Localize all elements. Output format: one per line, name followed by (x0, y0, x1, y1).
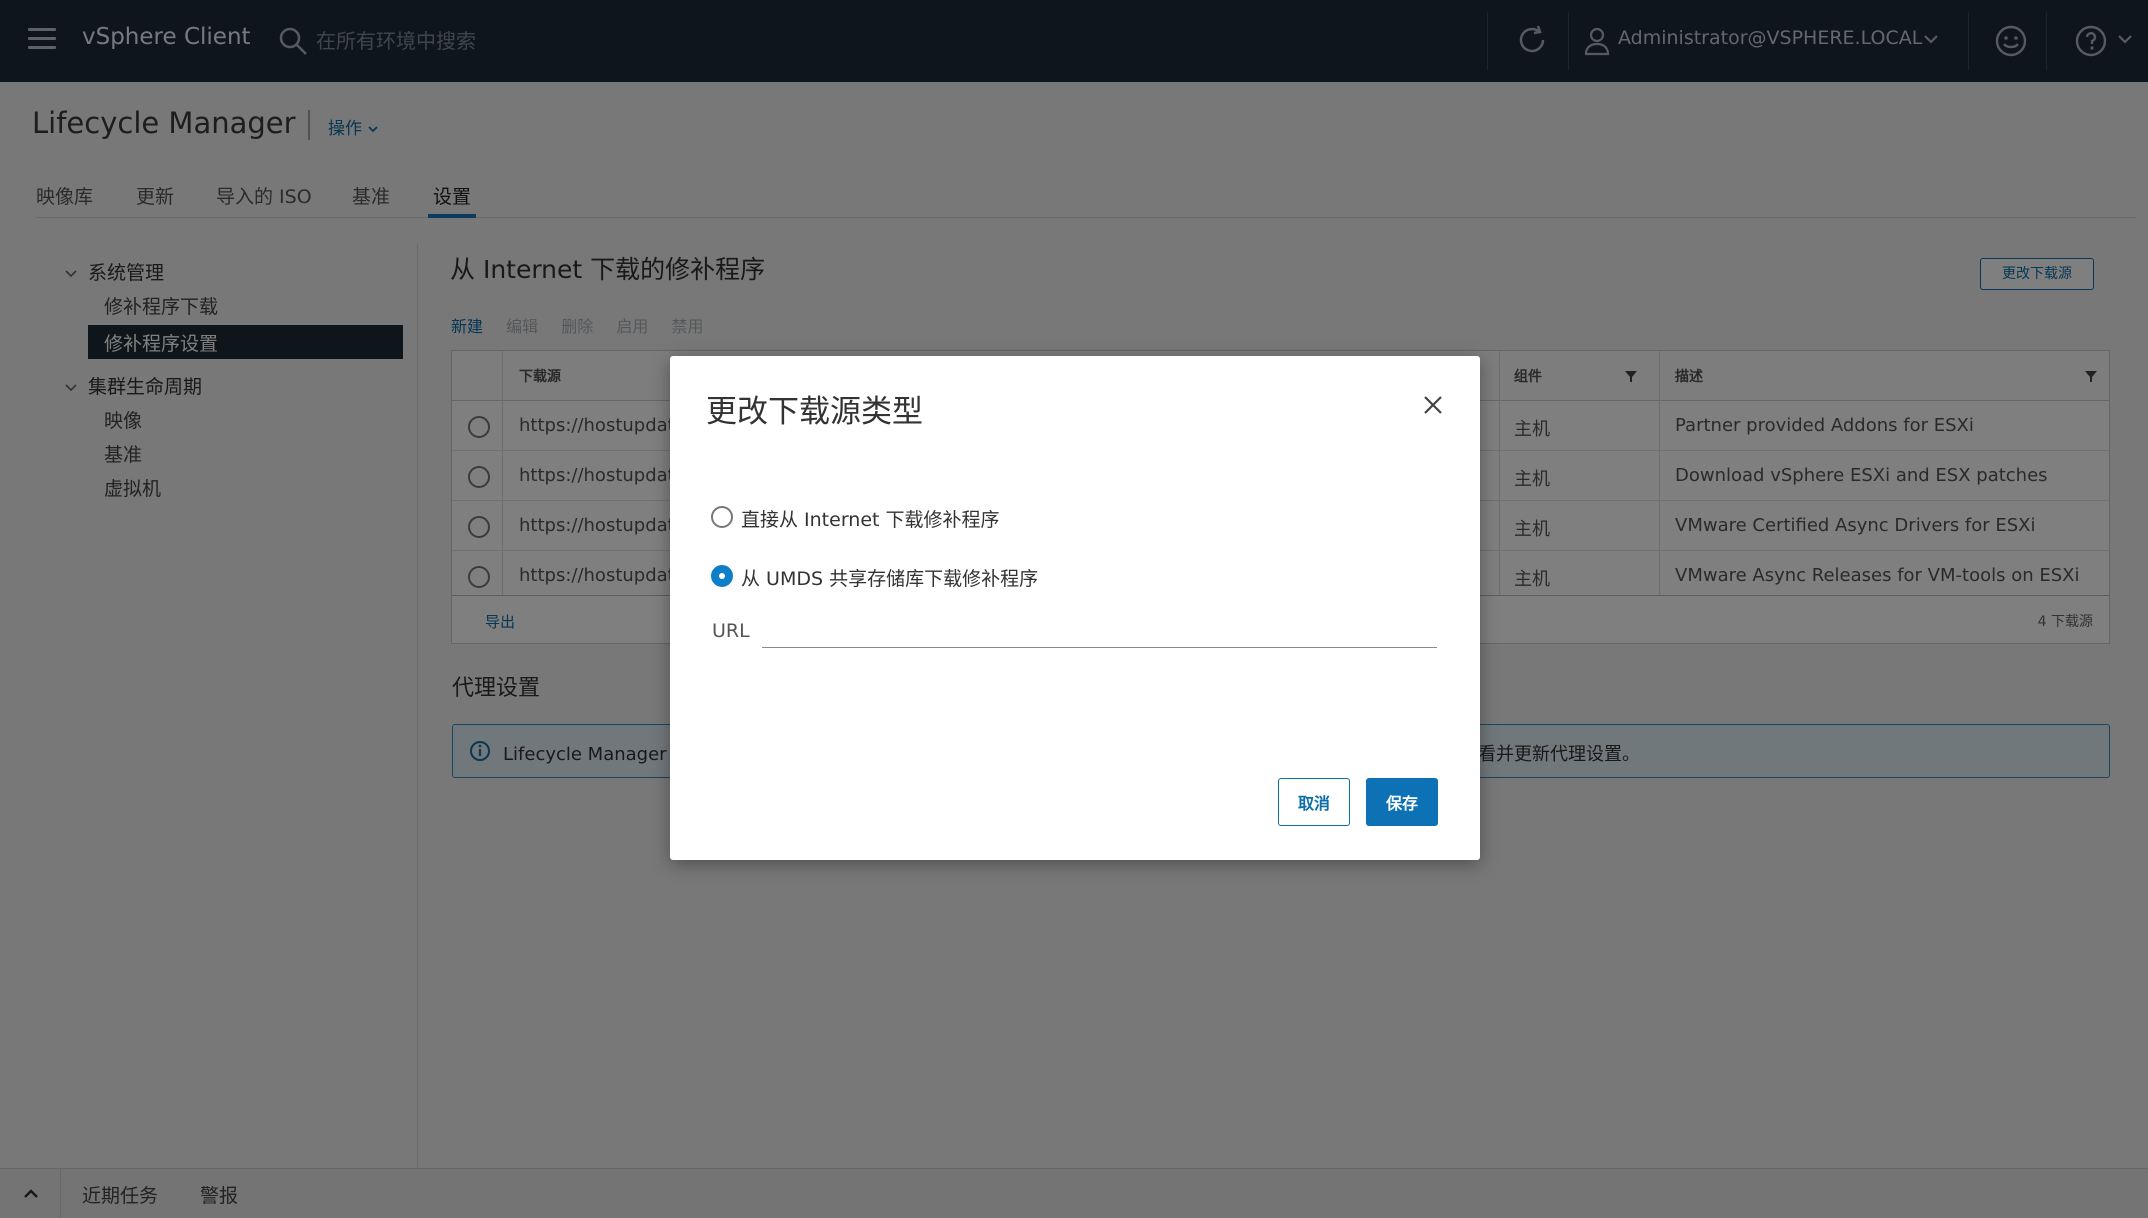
radio-internet[interactable] (711, 506, 733, 528)
dialog-title: 更改下载源类型 (706, 394, 923, 430)
radio-label: 从 UMDS 共享存储库下载修补程序 (741, 568, 1039, 590)
save-button[interactable]: 保存 (1366, 778, 1438, 826)
radio-label: 直接从 Internet 下载修补程序 (741, 509, 1000, 531)
url-label: URL (712, 620, 750, 642)
url-input[interactable] (762, 612, 1437, 648)
radio-umds[interactable] (711, 565, 733, 587)
change-source-type-dialog: 更改下载源类型 直接从 Internet 下载修补程序 从 UMDS 共享存储库… (670, 356, 1480, 860)
close-icon[interactable] (1422, 394, 1444, 416)
cancel-button[interactable]: 取消 (1278, 778, 1350, 826)
